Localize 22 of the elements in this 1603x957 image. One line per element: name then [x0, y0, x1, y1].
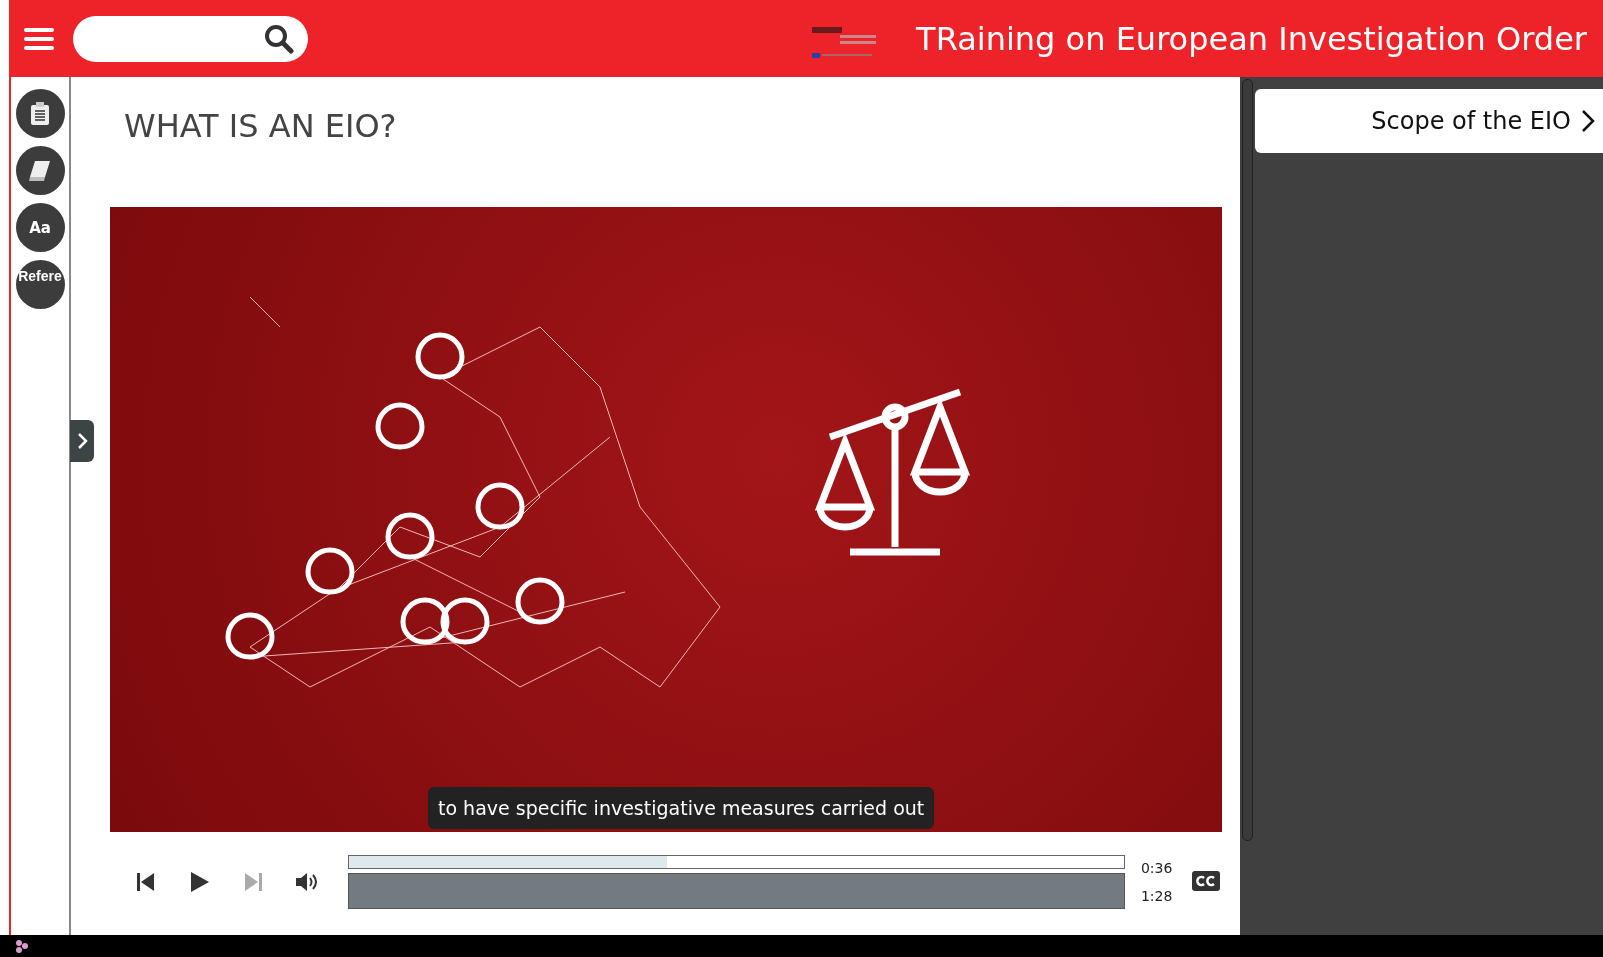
clipboard-icon: [30, 101, 50, 126]
glossary-button[interactable]: [15, 146, 65, 195]
expand-button[interactable]: [70, 420, 94, 462]
duration-time: 1:28: [1140, 888, 1173, 904]
chevron-right-icon: [76, 432, 88, 450]
book-icon: [28, 159, 52, 182]
app-icon: [14, 938, 30, 954]
course-title: TRaining on European Investigation Order: [916, 19, 1587, 58]
captions-button[interactable]: [1190, 870, 1222, 894]
notes-button[interactable]: [15, 89, 65, 138]
search-icon: [264, 23, 294, 54]
references-button[interactable]: Refere: [15, 260, 65, 309]
next-page-button[interactable]: Scope of the EIO: [1255, 89, 1603, 153]
search-field[interactable]: [73, 15, 308, 62]
font-size-button[interactable]: Aa: [15, 203, 65, 252]
current-time: 0:36: [1140, 860, 1173, 876]
page-title: WHAT IS AN EIO?: [124, 107, 398, 147]
chevron-right-icon: [1581, 109, 1595, 133]
scrollbar-thumb[interactable]: [1242, 79, 1253, 841]
video-caption: to have specific investigative measures carried out: [428, 787, 935, 829]
progress-bar[interactable]: [347, 855, 1125, 869]
cc-icon: [1191, 870, 1222, 892]
